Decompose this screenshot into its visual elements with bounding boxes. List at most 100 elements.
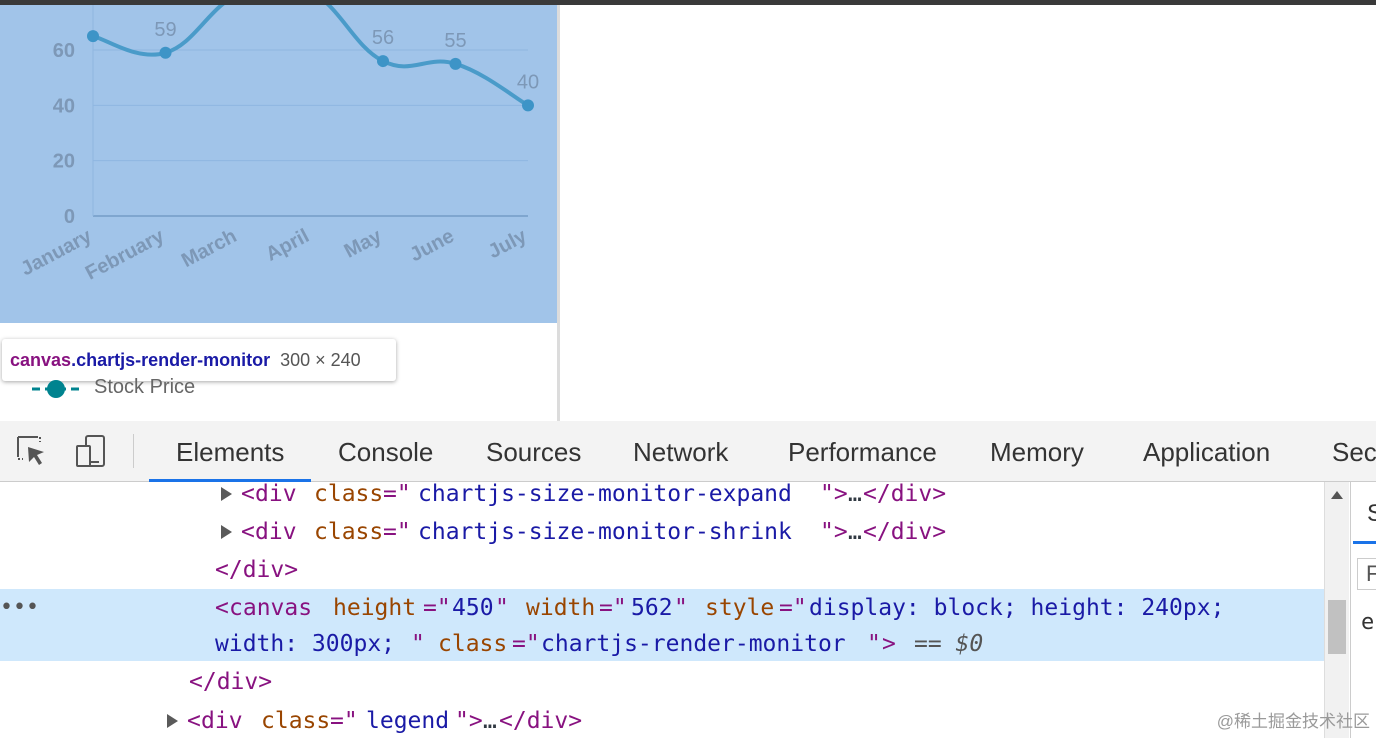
inspect-element-icon[interactable] [14,433,50,469]
data-point[interactable] [377,55,389,68]
styles-filter-input[interactable]: F [1357,558,1376,590]
legend-swatch-icon [32,380,80,398]
tag-close: "> [455,708,483,734]
y-tick-label: 60 [53,40,75,62]
attr-eq: =" [383,482,411,507]
attr-value: chartjs-size-monitor-shrink [418,519,792,545]
chart-canvas-highlight[interactable]: 0 20 40 60 January February March April May June… [0,5,557,323]
attr-value: chartjs-size-monitor-expand [418,482,792,507]
dom-node-size-monitor-expand[interactable]: < div class =" chartjs-size-monitor-expa… [0,482,1324,513]
data-point[interactable] [522,99,534,112]
dom-node-canvas-selected-wrap[interactable]: width: 300px; " class =" chartjs-render-… [0,625,1324,663]
tag-open: < [187,708,201,734]
x-tick-label: May [341,225,386,263]
expand-triangle-icon[interactable] [167,714,178,728]
dom-node-legend[interactable]: < div class =" legend "> … </div> [0,702,1324,738]
collapsed-ellipsis[interactable]: … [848,482,862,513]
attr-eq: =" [779,595,807,621]
watermark: @稀土掘金技术社区 [1216,712,1370,731]
tag-name: div [201,708,243,734]
attr-name: class [314,482,384,507]
legend-label: Stock Price [94,376,196,398]
attr-value: width: 300px; [215,631,396,657]
page-divider [557,5,560,421]
x-tick-label: March [178,225,240,272]
tab-application[interactable]: Application [1143,421,1270,482]
attr-quote: " [674,595,688,621]
attr-quote: " [495,595,509,621]
styles-side-pane: S F e [1350,482,1376,738]
tag-name: canvas [229,595,313,621]
collapsed-ellipsis[interactable]: … [848,513,862,551]
tab-console[interactable]: Console [338,421,433,482]
end-tag: </div> [863,519,947,545]
data-label: 55 [444,30,466,52]
tab-security[interactable]: Secu [1332,421,1376,482]
tab-sources[interactable]: Sources [486,421,581,482]
tag-open: < [215,595,229,621]
collapsed-ellipsis[interactable]: … [483,702,497,738]
attr-name: width [526,595,596,621]
attr-quote: " [867,631,881,657]
data-point[interactable] [87,30,99,43]
attr-eq: =" [512,631,540,657]
attr-eq: =" [599,595,627,621]
dom-node-canvas-selected[interactable]: ••• < canvas height =" 450 " width =" 56… [0,589,1324,627]
tag-close: "> [820,482,848,507]
x-tick-label: June [406,225,458,266]
tag-name: div [255,519,297,545]
dom-node-close-div[interactable]: </div> [0,663,1324,701]
tooltip-tag: canvas [10,350,72,370]
tooltip-size: 300 × 240 [280,350,361,370]
side-pane-tab[interactable]: S [1367,500,1376,528]
dom-node-close-div[interactable]: </div> [0,551,1324,589]
tag-name: div [255,482,297,507]
attr-name: style [705,595,775,621]
end-tag: </div> [215,557,299,583]
x-tick-label: July [485,225,531,264]
attr-quote: " [411,631,425,657]
tag-open: < [241,519,255,545]
devtools-toolbar: Elements Console Sources Network Perform… [0,421,1376,482]
end-tag: </div> [189,669,273,695]
attr-name: class [261,708,331,734]
data-point[interactable] [159,46,172,59]
attr-eq: =" [383,519,411,545]
device-toolbar-icon[interactable] [73,433,109,469]
dom-tree: < div class =" chartjs-size-monitor-expa… [0,482,1324,738]
tab-elements[interactable]: Elements [176,421,284,482]
tooltip-class: .chartjs-render-monitor [71,350,271,370]
scrollbar-thumb[interactable] [1328,600,1346,654]
tag-close: > [882,631,896,657]
element-inspect-tooltip: canvas.chartjs-render-monitor 300 × 240 [2,339,396,381]
dom-node-size-monitor-shrink[interactable]: < div class =" chartjs-size-monitor-shri… [0,513,1324,551]
expand-triangle-icon[interactable] [221,525,232,539]
x-tick-label: February [82,225,169,285]
scroll-up-icon[interactable] [1331,491,1343,499]
side-pane-text: e [1361,610,1375,635]
attr-name: height [333,595,417,621]
data-point[interactable] [449,57,462,70]
side-tab-indicator [1353,541,1376,544]
tab-performance[interactable]: Performance [788,421,937,482]
attr-value: chartjs-render-monitor [541,631,846,657]
dom-tree-scrollbar[interactable] [1324,482,1349,738]
line-chart: 0 20 40 60 JanuaryFebruary March April May June… [17,5,539,285]
y-tick-label: 40 [53,95,75,117]
attr-name: class [314,519,384,545]
tab-memory[interactable]: Memory [990,421,1084,482]
expand-triangle-icon[interactable] [221,487,232,501]
y-tick-label: 0 [64,206,75,228]
attr-value: 562 [631,595,673,621]
tag-open: < [241,482,255,507]
node-actions-ellipsis[interactable]: ••• [0,589,39,627]
page-viewport: 0 20 40 60 January February March April May June… [0,5,557,421]
tag-close: "> [820,519,848,545]
attr-eq: =" [330,708,358,734]
attr-value: 450 [452,595,494,621]
data-label: 56 [372,27,394,49]
end-tag: </div> [499,708,583,734]
end-tag: </div> [863,482,947,507]
attr-eq: =" [423,595,451,621]
tab-network[interactable]: Network [633,421,728,482]
